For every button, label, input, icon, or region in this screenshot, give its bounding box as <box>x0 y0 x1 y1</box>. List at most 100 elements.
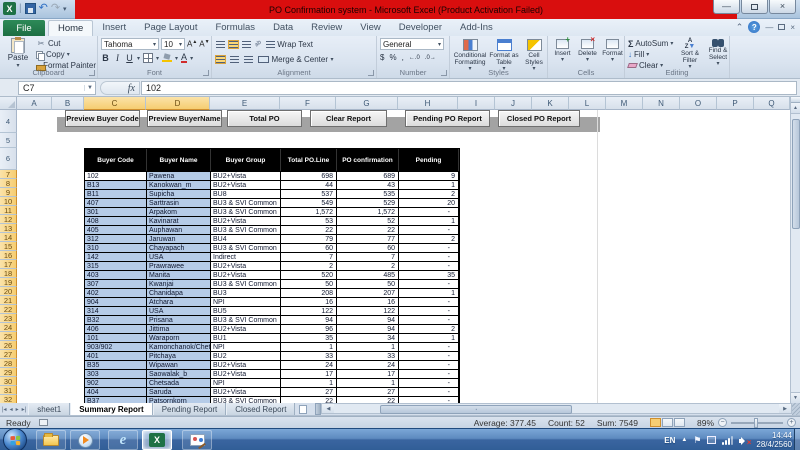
clipboard-dialog-launcher-icon[interactable] <box>89 70 95 76</box>
buyer-name-cell[interactable]: Kanokwan_m <box>147 180 211 189</box>
minimize-ribbon-icon[interactable]: ⌃ <box>736 22 744 33</box>
window-resize-grip[interactable] <box>792 403 800 415</box>
buyer-code-cell[interactable]: 310 <box>85 243 147 252</box>
align-right-button[interactable] <box>243 55 254 64</box>
row-header-6[interactable]: 6 <box>0 148 17 170</box>
column-header-l[interactable]: L <box>569 97 606 110</box>
underline-button[interactable]: U <box>125 53 134 63</box>
sheet-tab-summary-report[interactable]: Summary Report <box>70 403 152 415</box>
buyer-group-cell[interactable]: BU3 & SVI Common <box>211 243 281 252</box>
sheet-tab-closed-report[interactable]: Closed Report <box>226 403 295 415</box>
buyer-group-cell[interactable]: BU3 & SVI Common <box>211 225 281 234</box>
merge-center-button[interactable]: Merge & Center ▾ <box>257 53 335 65</box>
buyer-group-cell[interactable]: Indirect <box>211 252 281 261</box>
buyer-code-cell[interactable]: 405 <box>85 225 147 234</box>
bold-button[interactable]: B <box>101 53 110 63</box>
buyer-code-cell[interactable]: 408 <box>85 216 147 225</box>
column-header-a[interactable]: A <box>17 97 52 110</box>
pending-cell[interactable]: - <box>399 387 459 396</box>
buyer-name-cell[interactable]: Patsornkorn <box>147 396 211 403</box>
network-signal-icon[interactable] <box>722 436 733 445</box>
buyer-group-cell[interactable]: BU2+Vista <box>211 171 281 180</box>
align-center-button[interactable] <box>229 55 240 64</box>
po-confirmation-cell[interactable]: 17 <box>337 369 399 378</box>
row-header-4[interactable]: 4 <box>0 110 17 133</box>
vertical-scroll-thumb[interactable] <box>792 119 800 229</box>
shrink-font-button[interactable]: A▼ <box>199 39 209 49</box>
pending-cell[interactable]: - <box>399 279 459 288</box>
buyer-group-cell[interactable]: BU2+Vista <box>211 324 281 333</box>
pending-cell[interactable]: - <box>399 360 459 369</box>
qat-dropdown-icon[interactable]: ▾ <box>63 5 67 13</box>
buyer-code-cell[interactable]: 307 <box>85 279 147 288</box>
total-po-line-cell[interactable]: 60 <box>281 243 337 252</box>
taskbar-app-paint[interactable] <box>182 430 212 450</box>
start-button[interactable] <box>3 428 27 450</box>
tab-data[interactable]: Data <box>264 20 302 36</box>
buyer-group-cell[interactable]: BU1 <box>211 333 281 342</box>
pending-cell[interactable]: - <box>399 297 459 306</box>
buyer-code-cell[interactable]: 903/902 <box>85 342 147 351</box>
total-po-line-cell[interactable]: 549 <box>281 198 337 207</box>
po-confirmation-cell[interactable]: 52 <box>337 216 399 225</box>
tab-insert[interactable]: Insert <box>93 20 135 36</box>
po-confirmation-cell[interactable]: 60 <box>337 243 399 252</box>
button-clear-report[interactable]: Clear Report <box>310 110 387 127</box>
hidden-icons-caret[interactable]: ▲ <box>681 437 687 443</box>
scroll-right-icon[interactable]: ▶ <box>779 404 791 413</box>
po-confirmation-cell[interactable]: 7 <box>337 252 399 261</box>
po-confirmation-cell[interactable]: 22 <box>337 225 399 234</box>
buyer-name-cell[interactable]: Chetsada <box>147 378 211 387</box>
buyer-group-cell[interactable]: BU2+Vista <box>211 387 281 396</box>
column-header-d[interactable]: D <box>146 97 210 110</box>
pending-cell[interactable]: - <box>399 396 459 403</box>
total-po-line-cell[interactable]: 27 <box>281 387 337 396</box>
buyer-code-cell[interactable]: 315 <box>85 261 147 270</box>
pending-cell[interactable]: 1 <box>399 288 459 297</box>
total-po-line-cell[interactable]: 94 <box>281 315 337 324</box>
column-header-n[interactable]: N <box>643 97 680 110</box>
po-confirmation-cell[interactable]: 50 <box>337 279 399 288</box>
total-po-line-cell[interactable]: 17 <box>281 369 337 378</box>
prev-sheet-icon[interactable]: ◂ <box>10 406 13 413</box>
zoom-level[interactable]: 89% <box>697 418 714 428</box>
last-sheet-icon[interactable]: ▸| <box>22 406 27 413</box>
font-dialog-launcher-icon[interactable] <box>203 70 209 76</box>
next-sheet-icon[interactable]: ▸ <box>16 406 19 413</box>
pending-cell[interactable]: - <box>399 225 459 234</box>
pending-cell[interactable]: - <box>399 252 459 261</box>
scroll-left-icon[interactable]: ◀ <box>322 404 334 413</box>
po-confirmation-cell[interactable]: 33 <box>337 351 399 360</box>
total-po-line-cell[interactable]: 50 <box>281 279 337 288</box>
buyer-code-cell[interactable]: 402 <box>85 288 147 297</box>
button-closed-po-report[interactable]: Closed PO Report <box>498 110 580 127</box>
number-dialog-launcher-icon[interactable] <box>441 70 447 76</box>
po-confirmation-cell[interactable]: 2 <box>337 261 399 270</box>
pending-cell[interactable]: 20 <box>399 198 459 207</box>
buyer-group-cell[interactable]: BU4 <box>211 234 281 243</box>
tab-home[interactable]: Home <box>48 20 93 36</box>
scroll-up-icon[interactable]: ▲ <box>791 103 800 114</box>
find-select-button[interactable]: Find & Select▾ <box>705 39 731 71</box>
vertical-scrollbar[interactable]: ▲ ▼ <box>790 97 800 403</box>
total-po-line-cell[interactable]: 22 <box>281 396 337 403</box>
pending-cell[interactable]: 2 <box>399 324 459 333</box>
po-confirmation-cell[interactable]: 207 <box>337 288 399 297</box>
tab-page-layout[interactable]: Page Layout <box>135 20 206 36</box>
horizontal-scrollbar[interactable]: ◀ ▪ ▶ <box>321 403 792 414</box>
windows-update-icon[interactable] <box>707 436 716 444</box>
zoom-slider-thumb[interactable] <box>754 418 758 428</box>
po-confirmation-cell[interactable]: 1 <box>337 342 399 351</box>
total-po-line-cell[interactable]: 122 <box>281 306 337 315</box>
pending-cell[interactable]: 2 <box>399 234 459 243</box>
formula-input[interactable]: 102 <box>141 81 797 95</box>
action-center-flag-icon[interactable]: ⚑ <box>693 435 701 446</box>
total-po-line-cell[interactable]: 208 <box>281 288 337 297</box>
button-pending-po-report[interactable]: Pending PO Report <box>405 110 490 127</box>
po-confirmation-cell[interactable]: 24 <box>337 360 399 369</box>
buyer-name-cell[interactable]: Kavinarat <box>147 216 211 225</box>
column-header-i[interactable]: I <box>458 97 495 110</box>
buyer-code-cell[interactable]: 904 <box>85 297 147 306</box>
select-all-corner[interactable] <box>0 97 17 110</box>
buyer-group-cell[interactable]: NPI <box>211 342 281 351</box>
